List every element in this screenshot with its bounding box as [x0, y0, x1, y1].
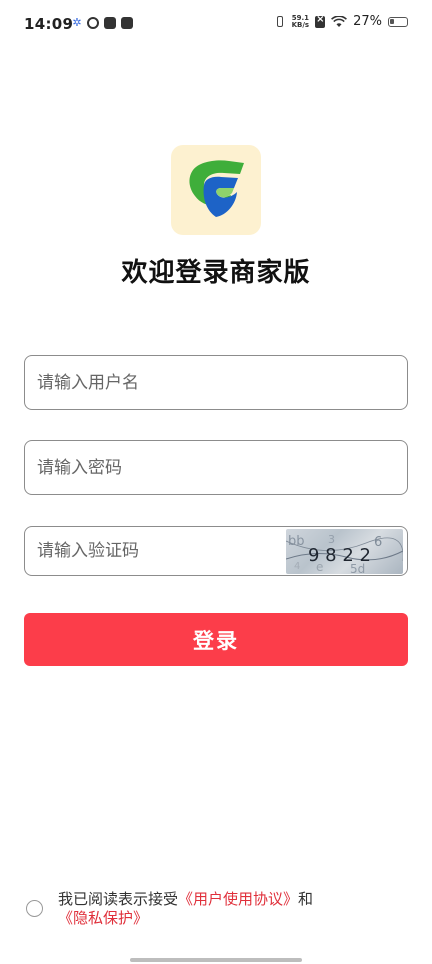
- status-right: 59.1 KB/s 27%: [274, 14, 408, 29]
- status-time: 14:09: [24, 15, 74, 33]
- agreement-and: 和: [298, 890, 314, 908]
- login-button[interactable]: 登录: [24, 613, 408, 666]
- network-speed-unit: KB/s: [291, 20, 310, 29]
- notification-icons: ✲: [72, 17, 133, 29]
- page-title: 欢迎登录商家版: [121, 258, 311, 288]
- app-badge-icon: [121, 17, 133, 29]
- network-speed: 59.1 KB/s: [291, 14, 310, 29]
- tiktok-notification-icon: [104, 17, 116, 29]
- battery-icon: [388, 16, 408, 27]
- captcha-code-text: 9 8 2 2: [308, 545, 371, 566]
- home-indicator[interactable]: [130, 958, 302, 962]
- battery-percent: 27%: [353, 14, 382, 29]
- agreement-text: 我已阅读表示接受《用户使用协议》和《隐私保护》: [58, 890, 403, 928]
- app-logo: [171, 145, 261, 235]
- wifi-icon: [331, 15, 348, 27]
- status-bar: 14:09 ✲ 59.1 KB/s 27%: [0, 0, 432, 50]
- username-input[interactable]: [37, 356, 287, 409]
- captcha-field[interactable]: bb 3 6 e 5d 4 9 8 2 2: [24, 526, 408, 576]
- settings-notification-icon: ✲: [72, 16, 82, 29]
- user-agreement-link[interactable]: 《用户使用协议》: [178, 890, 298, 908]
- captcha-image[interactable]: bb 3 6 e 5d 4 9 8 2 2: [286, 529, 403, 574]
- password-input[interactable]: [37, 441, 287, 494]
- vibrate-icon: [274, 15, 286, 29]
- username-field[interactable]: [24, 355, 408, 410]
- privacy-policy-link[interactable]: 《隐私保护》: [58, 909, 148, 927]
- captcha-code: 9 8 2 2: [308, 545, 371, 566]
- agree-checkbox[interactable]: [26, 900, 43, 917]
- agreement-prefix: 我已阅读表示接受: [58, 890, 179, 908]
- no-sim-icon: [315, 14, 326, 28]
- battery-fill: [390, 18, 394, 24]
- app-notification-icon: [87, 17, 99, 29]
- logo-shield-icon: [189, 160, 244, 217]
- captcha-input[interactable]: [37, 527, 287, 575]
- password-field[interactable]: [24, 440, 408, 495]
